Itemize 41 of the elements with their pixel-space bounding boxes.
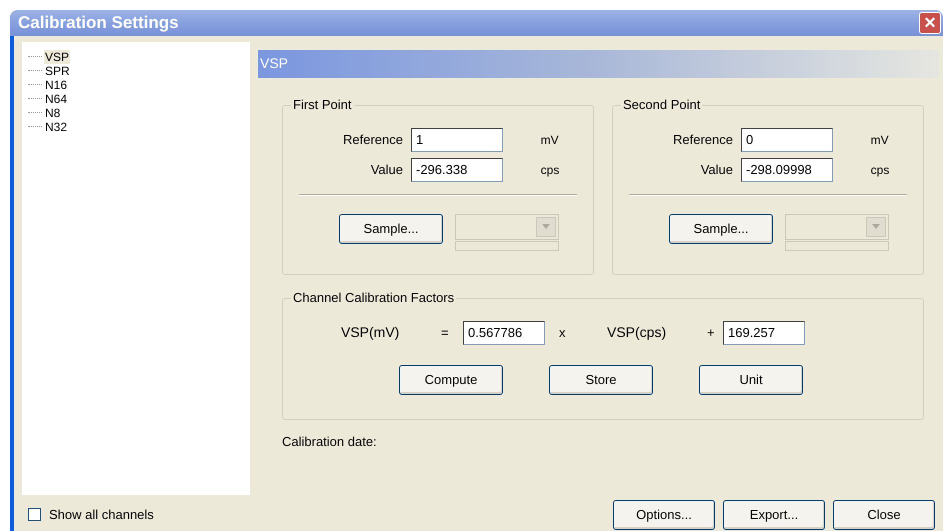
action-button[interactable]: Compute [399, 364, 503, 394]
sample-button[interactable]: Sample... [339, 214, 443, 244]
window-title: Calibration Settings [18, 12, 179, 34]
checkbox-label: Show all channels [49, 506, 154, 524]
value-field[interactable]: -296.338 [411, 158, 503, 182]
tree-item[interactable]: N8 [44, 106, 62, 120]
unit-label: mV [540, 132, 560, 148]
tree-item[interactable]: SPR [44, 64, 71, 78]
equals-sign: = [441, 324, 450, 342]
action-button[interactable]: Store [549, 364, 653, 394]
unit-label: mV [870, 132, 890, 148]
value-label: Value [370, 160, 403, 179]
dialog-button[interactable]: Close [833, 500, 935, 530]
formula-label: VSP(mV) [341, 323, 400, 342]
tree-item[interactable]: N64 [44, 92, 68, 106]
dropdown[interactable] [785, 214, 889, 240]
reference-label: Reference [342, 130, 403, 149]
sample-button[interactable]: Sample... [669, 214, 773, 244]
unit-label: cps [540, 162, 560, 178]
dialog-button[interactable]: Options... [613, 500, 715, 530]
times-sign: x [559, 324, 566, 342]
tree-item[interactable]: N32 [44, 120, 68, 134]
slope-field[interactable]: 0.567786 [463, 320, 545, 344]
unit-label: cps [870, 162, 890, 178]
reference-field[interactable]: 0 [741, 128, 833, 152]
section-header: VSP [258, 50, 939, 78]
tree-item[interactable]: VSP [44, 50, 70, 64]
plus-sign: + [707, 324, 716, 342]
value-field[interactable]: -298.09998 [741, 158, 833, 182]
dialog-button[interactable]: Export... [723, 500, 825, 530]
calibration-date-label: Calibration date: [282, 432, 378, 450]
formula-label: VSP(cps) [607, 323, 668, 342]
value-label: Value [700, 160, 733, 179]
tree-item[interactable]: N16 [44, 78, 68, 92]
show-all-checkbox[interactable] [28, 508, 41, 521]
action-button[interactable]: Unit [699, 364, 803, 394]
reference-label: Reference [672, 130, 733, 149]
close-button[interactable]: × [919, 12, 941, 34]
dropdown[interactable] [455, 214, 559, 240]
offset-field[interactable]: 169.257 [723, 320, 805, 344]
reference-field[interactable]: 1 [411, 128, 503, 152]
